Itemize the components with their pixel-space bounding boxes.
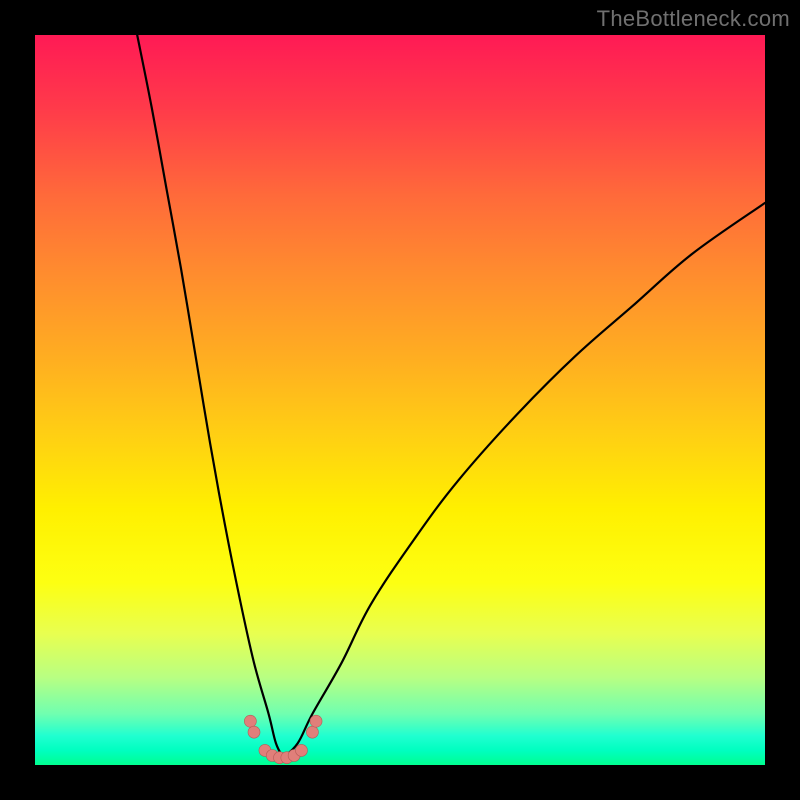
curve-left-branch xyxy=(137,35,283,758)
curve-right-branch xyxy=(283,203,765,758)
well-dots-group xyxy=(244,715,322,764)
chart-frame: TheBottleneck.com xyxy=(0,0,800,800)
watermark-text: TheBottleneck.com xyxy=(597,6,790,32)
well-dot xyxy=(295,744,307,756)
well-dot xyxy=(244,715,256,727)
plot-area xyxy=(35,35,765,765)
well-dot xyxy=(306,726,318,738)
well-dot xyxy=(310,715,322,727)
chart-svg xyxy=(35,35,765,765)
well-dot xyxy=(248,726,260,738)
